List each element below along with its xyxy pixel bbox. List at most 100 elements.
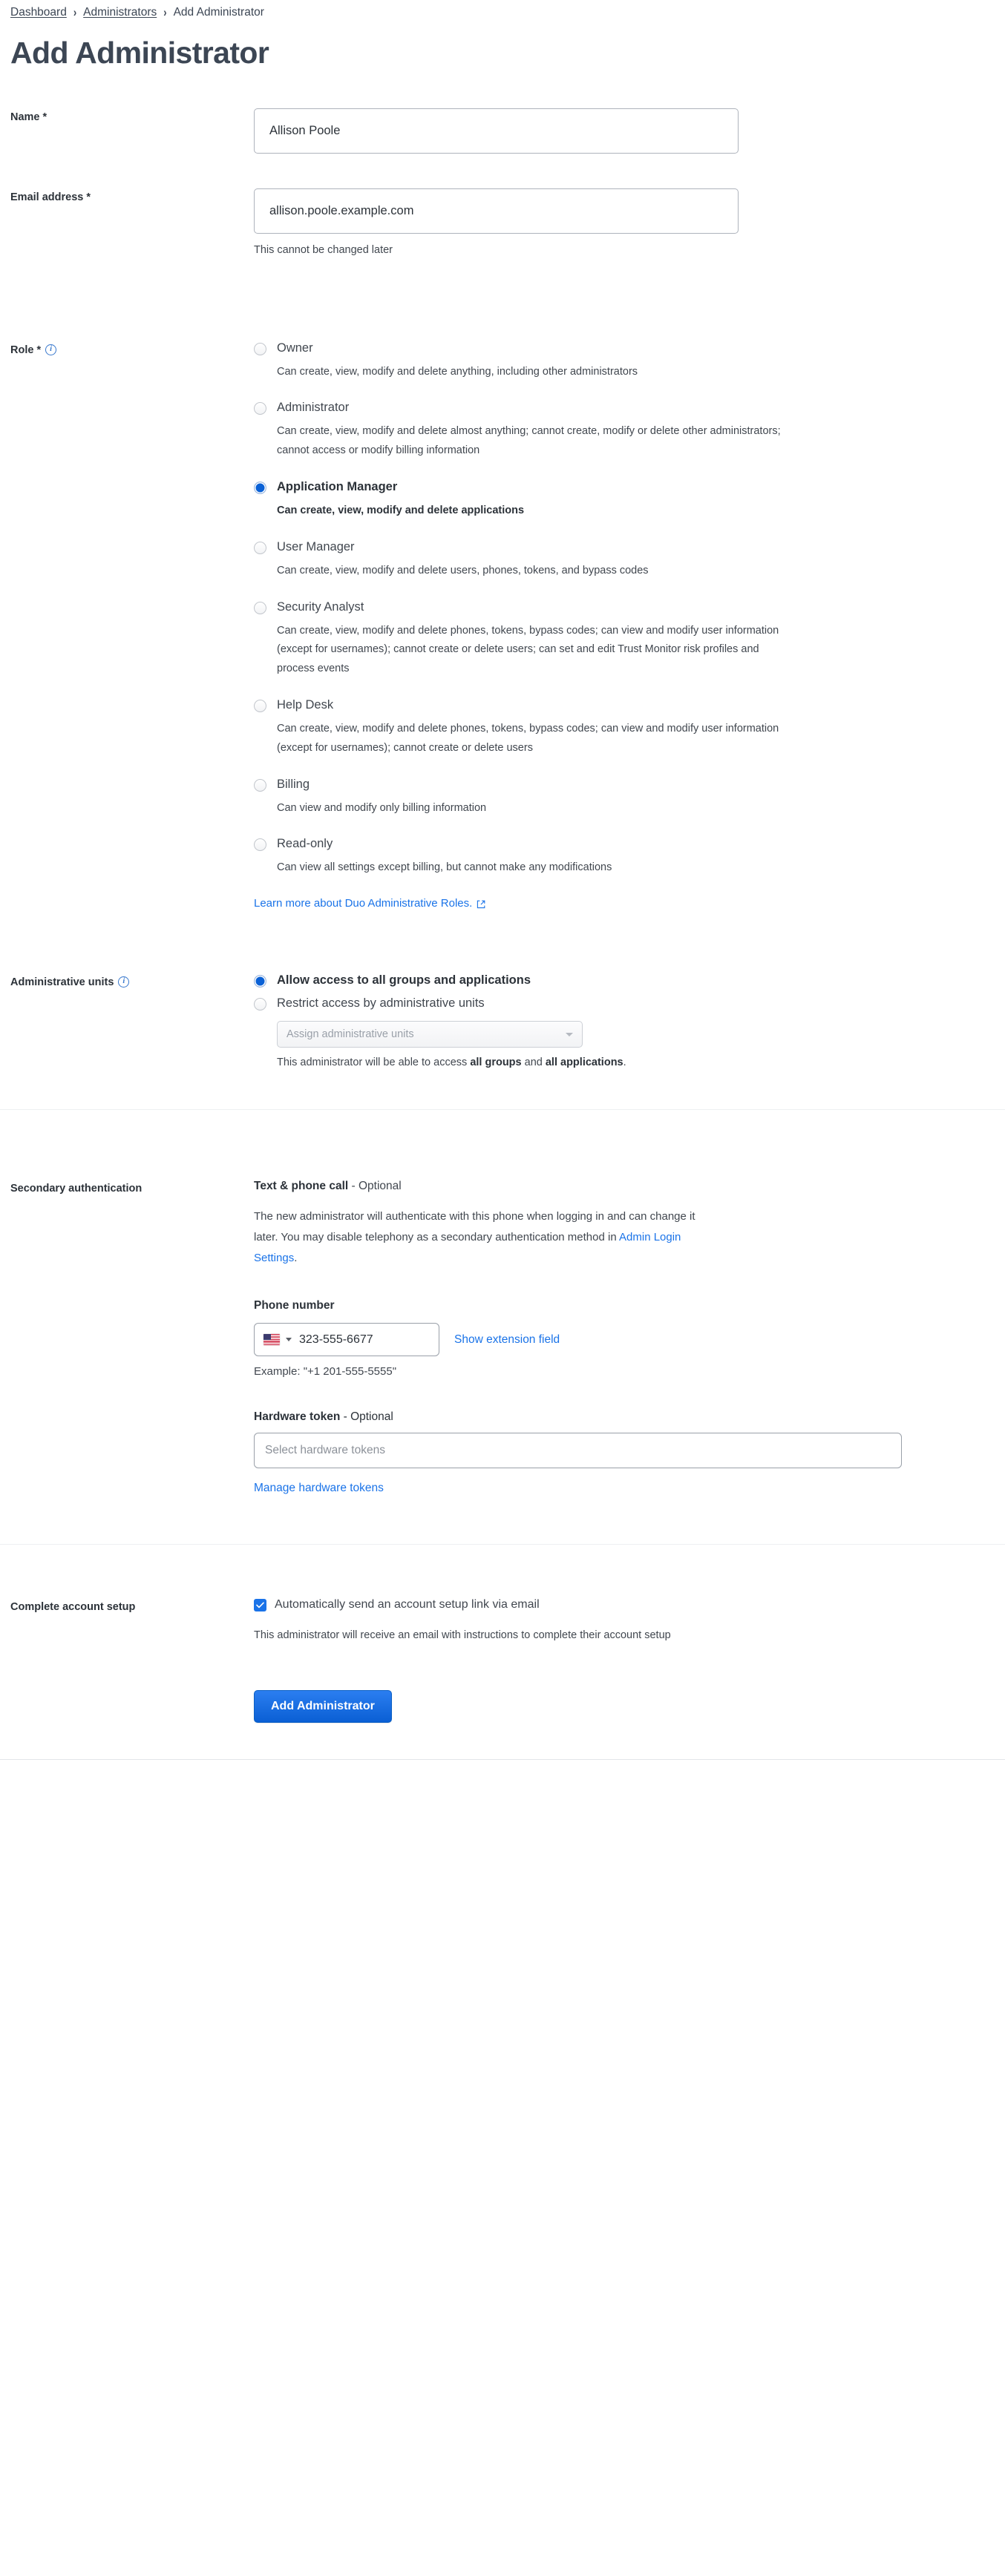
role-option-description: Can view all settings except billing, bu… (277, 861, 612, 874)
complete-account-setup-label: Complete account setup (10, 1601, 136, 1614)
hardware-token-heading: Hardware token - Optional (254, 1410, 995, 1424)
role-option-application-manager[interactable]: Application Manager Can create, view, mo… (254, 480, 995, 521)
name-field-wrap (254, 108, 995, 154)
radio-read-only[interactable] (254, 838, 266, 852)
hardware-token-input[interactable] (254, 1433, 902, 1469)
role-label-wrap: Role * i (10, 341, 254, 356)
add-administrator-page: Dashboard › Administrators › Add Adminis… (0, 0, 1005, 1770)
info-icon[interactable]: i (118, 976, 130, 988)
role-option-help-desk[interactable]: Help Desk Can create, view, modify and d… (254, 698, 995, 758)
section-divider (0, 1544, 1005, 1545)
email-helper-text: This cannot be changed later (254, 243, 393, 256)
add-administrator-button[interactable]: Add Administrator (254, 1690, 392, 1724)
chevron-right-icon: › (73, 5, 77, 20)
role-option-label: Application Manager (277, 479, 398, 493)
role-radio-group: Owner Can create, view, modify and delet… (254, 341, 995, 878)
role-options-wrap: Owner Can create, view, modify and delet… (254, 341, 995, 911)
role-row: Role * i Owner Can create, view, modify … (0, 341, 1005, 911)
note-bold-groups: all groups (470, 1057, 522, 1069)
submit-label-spacer (10, 1690, 254, 1693)
role-label: Role * (10, 344, 42, 356)
submit-button-wrap: Add Administrator (254, 1690, 995, 1724)
radio-security-analyst[interactable] (254, 601, 266, 614)
role-option-description: Can create, view, modify and delete phon… (277, 624, 779, 675)
assign-administrative-units-select[interactable]: Assign administrative units (277, 1021, 583, 1048)
role-option-user-manager[interactable]: User Manager Can create, view, modify an… (254, 540, 995, 581)
add-administrator-form: Name * Email address * This cannot be ch… (0, 108, 1005, 1771)
chevron-down-icon[interactable] (286, 1338, 292, 1342)
secondary-authentication-content: Text & phone call - Optional The new adm… (254, 1180, 995, 1495)
phone-number-row: Show extension field (254, 1323, 995, 1357)
phone-number-input[interactable] (298, 1332, 430, 1347)
phone-example-text: Example: "+1 201-555-5555" (254, 1365, 397, 1379)
breadcrumb-item-current: Add Administrator (173, 6, 264, 19)
secondary-authentication-row: Secondary authentication Text & phone ca… (0, 1180, 1005, 1495)
assign-units-placeholder: Assign administrative units (287, 1028, 414, 1041)
breadcrumb: Dashboard › Administrators › Add Adminis… (0, 0, 1005, 19)
admin-units-option-label: Restrict access by administrative units (277, 996, 485, 1011)
admin-units-option-restrict[interactable]: Restrict access by administrative units (254, 996, 995, 1011)
role-option-owner[interactable]: Owner Can create, view, modify and delet… (254, 341, 995, 382)
complete-account-setup-content: Automatically send an account setup link… (254, 1598, 995, 1641)
manage-hardware-tokens-link[interactable]: Manage hardware tokens (254, 1482, 384, 1495)
role-option-read-only[interactable]: Read-only Can view all settings except b… (254, 837, 995, 878)
paragraph-part-2: . (294, 1251, 298, 1264)
name-label: Name * (10, 111, 48, 123)
role-option-billing[interactable]: Billing Can view and modify only billing… (254, 778, 995, 818)
admin-units-option-allow-all[interactable]: Allow access to all groups and applicati… (254, 973, 995, 988)
learn-more-roles-link[interactable]: Learn more about Duo Administrative Role… (254, 897, 485, 910)
role-option-label: Owner (277, 341, 313, 355)
role-option-description: Can view and modify only billing informa… (277, 801, 487, 814)
checkbox-auto-send-setup-link[interactable] (254, 1598, 266, 1611)
radio-user-manager[interactable] (254, 541, 266, 554)
breadcrumb-item-dashboard[interactable]: Dashboard (10, 7, 67, 19)
submit-row: Add Administrator (0, 1690, 1005, 1724)
text-phone-call-bold: Text & phone call (254, 1180, 349, 1193)
note-prefix: This administrator will be able to acces… (277, 1057, 471, 1069)
auto-send-setup-link-row[interactable]: Automatically send an account setup link… (254, 1598, 995, 1611)
role-option-label: User Manager (277, 539, 355, 553)
info-icon[interactable]: i (45, 344, 57, 355)
role-option-description: Can create, view, modify and delete anyt… (277, 365, 638, 378)
phone-number-input-wrap[interactable] (254, 1323, 439, 1357)
role-option-security-analyst[interactable]: Security Analyst Can create, view, modif… (254, 600, 995, 679)
role-option-administrator[interactable]: Administrator Can create, view, modify a… (254, 401, 995, 461)
learn-more-label: Learn more about Duo Administrative Role… (254, 897, 473, 910)
radio-restrict-access[interactable] (254, 998, 266, 1011)
role-option-description: Can create, view, modify and delete almo… (277, 425, 781, 457)
complete-account-setup-row: Complete account setup Automatically sen… (0, 1598, 1005, 1641)
note-bold-applications: all applications (545, 1057, 623, 1069)
radio-billing[interactable] (254, 778, 266, 792)
radio-help-desk[interactable] (254, 699, 266, 712)
hardware-token-bold: Hardware token (254, 1410, 341, 1424)
secondary-authentication-paragraph: The new administrator will authenticate … (254, 1206, 707, 1268)
role-option-label: Security Analyst (277, 599, 364, 614)
administrative-units-label-wrap: Administrative units i (10, 973, 254, 988)
email-field-wrap: This cannot be changed later (254, 188, 995, 256)
administrative-units-options: Allow access to all groups and applicati… (254, 973, 995, 1068)
radio-owner[interactable] (254, 342, 266, 355)
page-title: Add Administrator (10, 35, 269, 70)
radio-allow-all-groups[interactable] (254, 975, 266, 988)
phone-number-label: Phone number (254, 1299, 335, 1312)
text-phone-call-heading: Text & phone call - Optional (254, 1180, 995, 1193)
note-suffix: . (623, 1057, 626, 1069)
email-input[interactable] (254, 188, 739, 234)
name-input[interactable] (254, 108, 739, 154)
radio-administrator[interactable] (254, 402, 266, 415)
show-extension-field-link[interactable]: Show extension field (454, 1333, 560, 1347)
section-divider (0, 1109, 1005, 1111)
breadcrumb-item-administrators[interactable]: Administrators (83, 7, 157, 19)
us-flag-icon (263, 1334, 280, 1346)
text-phone-call-optional: - Optional (348, 1180, 402, 1193)
role-option-description: Can create, view, modify and delete appl… (277, 504, 525, 516)
role-option-label: Help Desk (277, 697, 334, 712)
administrative-units-label: Administrative units (10, 976, 114, 989)
role-option-label: Administrator (277, 401, 350, 415)
administrative-units-note: This administrator will be able to acces… (277, 1057, 995, 1068)
external-link-icon (477, 899, 485, 908)
role-option-label: Billing (277, 777, 310, 791)
secondary-authentication-label: Secondary authentication (10, 1183, 143, 1195)
radio-application-manager[interactable] (254, 481, 266, 494)
